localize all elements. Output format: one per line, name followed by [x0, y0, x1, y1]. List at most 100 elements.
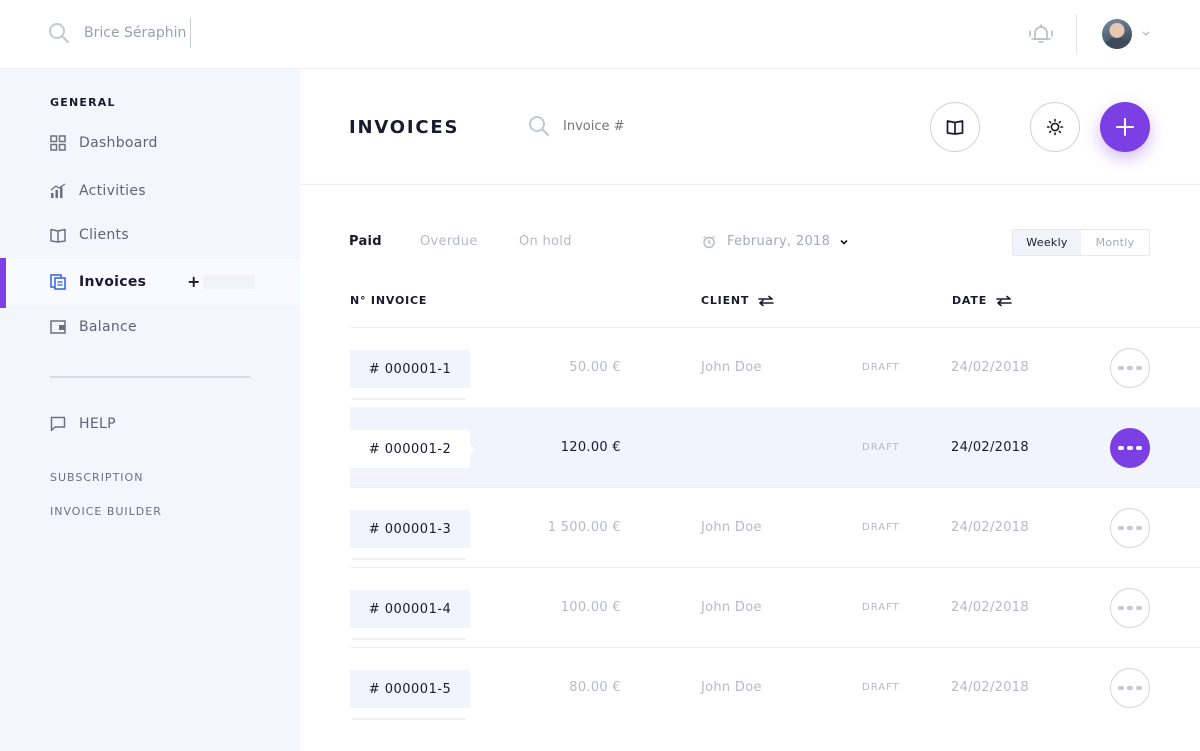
sidebar-item-help[interactable]: HELP	[0, 401, 300, 447]
tab-overdue[interactable]: Overdue	[420, 234, 478, 249]
table-row[interactable]: # 000001-1 50.00 € John Doe DRAFT 24/02/…	[350, 327, 1200, 407]
table-row[interactable]: # 000001-5 80.00 € John Doe DRAFT 24/02/…	[350, 647, 1200, 727]
invoice-amount: 100.00 €	[560, 600, 621, 615]
add-invoice-shortcut[interactable]: +	[187, 272, 200, 291]
invoice-amount: 1 500.00 €	[547, 520, 621, 535]
more-options-button[interactable]	[1110, 668, 1150, 708]
invoice-date: 24/02/2018	[951, 680, 1029, 695]
invoice-table: # 000001-1 50.00 € John Doe DRAFT 24/02/…	[350, 327, 1200, 727]
column-header-label: DATE	[952, 294, 988, 307]
column-header-client[interactable]: CLIENT	[701, 294, 775, 307]
invoice-number[interactable]: # 000001-2	[350, 430, 470, 468]
more-options-button[interactable]	[1110, 428, 1150, 468]
grid-icon	[50, 135, 66, 151]
tab-paid[interactable]: Paid	[349, 234, 382, 249]
invoice-number[interactable]: # 000001-1	[350, 350, 470, 388]
wallet-icon	[50, 319, 66, 335]
invoice-client: John Doe	[701, 360, 762, 375]
more-dots-icon	[1136, 366, 1142, 370]
sort-icon	[758, 295, 775, 306]
invoice-number[interactable]: # 000001-5	[350, 670, 470, 708]
sidebar-placeholder-box	[203, 275, 255, 289]
book-icon	[946, 120, 964, 135]
topbar-divider	[1076, 14, 1077, 54]
status-badge: DRAFT	[862, 602, 900, 613]
sidebar-item-balance[interactable]: Balance	[0, 304, 300, 350]
more-options-button[interactable]	[1110, 508, 1150, 548]
table-row[interactable]: # 000001-4 100.00 € John Doe DRAFT 24/02…	[350, 567, 1200, 647]
column-header-label: CLIENT	[701, 294, 750, 307]
period-toggle: Weekly Montly	[1012, 229, 1150, 256]
invoice-search	[528, 115, 643, 137]
sidebar-item-label: Invoices	[79, 274, 147, 290]
period-weekly[interactable]: Weekly	[1013, 230, 1081, 255]
sidebar-item-label: HELP	[79, 416, 116, 432]
invoice-amount: 120.00 €	[560, 440, 621, 455]
invoice-builder-link[interactable]: INVOICE BUILDER	[50, 505, 162, 518]
sort-icon	[996, 295, 1012, 306]
status-badge: DRAFT	[862, 682, 900, 693]
alarm-clock-icon	[703, 235, 715, 248]
sidebar-item-activities[interactable]: Activities	[0, 168, 300, 214]
date-filter[interactable]: February, 2018	[702, 234, 850, 249]
invoice-date: 24/02/2018	[951, 600, 1029, 615]
more-options-button[interactable]	[1110, 588, 1150, 628]
plus-icon	[1116, 118, 1134, 136]
search-icon	[529, 116, 550, 137]
more-dots-icon	[1136, 446, 1142, 450]
subscription-link[interactable]: SUBSCRIPTION	[50, 471, 143, 484]
user-search-input[interactable]	[84, 25, 188, 41]
status-badge: DRAFT	[862, 362, 900, 373]
top-bar	[0, 0, 1200, 69]
invoice-amount: 80.00 €	[569, 680, 621, 695]
invoice-search-input[interactable]	[563, 118, 643, 134]
add-invoice-button[interactable]	[1100, 102, 1150, 152]
column-header-date[interactable]: DATE	[952, 294, 1013, 307]
invoice-client: John Doe	[701, 520, 762, 535]
sun-icon	[1046, 118, 1064, 136]
sidebar: GENERAL Dashboard Activities Clients Inv…	[0, 69, 300, 751]
catalog-button[interactable]	[930, 102, 980, 152]
sidebar-item-clients[interactable]: Clients	[0, 212, 300, 258]
column-header-invoice: N° INVOICE	[350, 294, 427, 307]
chat-icon	[50, 416, 66, 432]
more-dots-icon	[1127, 606, 1133, 610]
chip-underline	[352, 398, 466, 400]
invoice-number[interactable]: # 000001-4	[350, 590, 470, 628]
text-cursor	[190, 18, 191, 48]
date-filter-label: February, 2018	[727, 234, 831, 249]
more-dots-icon	[1118, 526, 1124, 530]
chevron-down-icon[interactable]	[1141, 28, 1151, 38]
search-icon	[49, 23, 70, 44]
bell-icon[interactable]	[1028, 22, 1054, 46]
more-options-button[interactable]	[1110, 348, 1150, 388]
chip-pointer	[470, 444, 475, 454]
table-row[interactable]: # 000001-2 120.00 € DRAFT 24/02/2018	[350, 407, 1200, 487]
invoice-date: 24/02/2018	[951, 360, 1029, 375]
invoice-number[interactable]: # 000001-3	[350, 510, 470, 548]
status-badge: DRAFT	[862, 442, 900, 453]
sidebar-item-invoices[interactable]: Invoices +	[0, 259, 300, 305]
table-row[interactable]: # 000001-3 1 500.00 € John Doe DRAFT 24/…	[350, 487, 1200, 567]
status-badge: DRAFT	[862, 522, 900, 533]
more-dots-icon	[1118, 606, 1124, 610]
more-dots-icon	[1127, 446, 1133, 450]
tab-on-hold[interactable]: On hold	[519, 234, 572, 249]
sidebar-item-label: Balance	[79, 319, 137, 335]
more-dots-icon	[1118, 446, 1124, 450]
period-montly[interactable]: Montly	[1081, 230, 1149, 255]
sidebar-section-general: GENERAL	[50, 96, 116, 109]
invoice-client: John Doe	[701, 600, 762, 615]
bar-chart-icon	[50, 183, 66, 199]
more-dots-icon	[1127, 526, 1133, 530]
more-dots-icon	[1136, 606, 1142, 610]
avatar[interactable]	[1102, 19, 1132, 49]
theme-button[interactable]	[1030, 102, 1080, 152]
sidebar-item-label: Activities	[79, 183, 146, 199]
active-indicator	[0, 258, 6, 308]
chip-underline	[352, 478, 466, 480]
more-dots-icon	[1118, 366, 1124, 370]
sidebar-item-dashboard[interactable]: Dashboard	[0, 120, 300, 166]
page-title: INVOICES	[349, 117, 460, 138]
column-header-label: N° INVOICE	[350, 294, 428, 307]
